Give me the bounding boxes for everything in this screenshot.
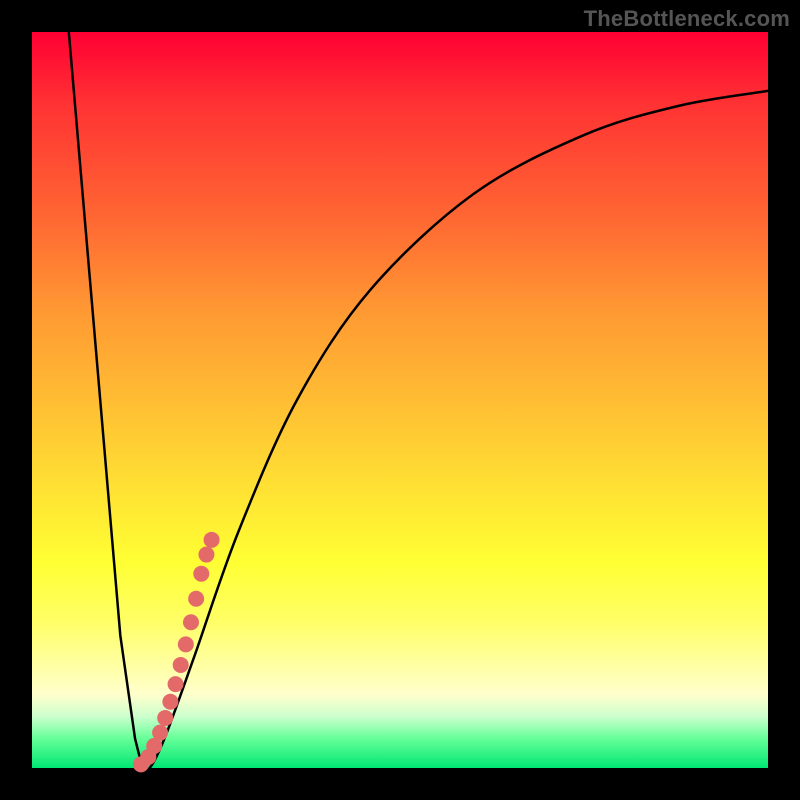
highlight-dot <box>204 532 220 548</box>
highlight-dot <box>198 547 214 563</box>
highlight-dot <box>178 636 194 652</box>
attribution-label: TheBottleneck.com <box>584 6 790 32</box>
highlight-dot <box>162 694 178 710</box>
chart-frame: TheBottleneck.com <box>0 0 800 800</box>
highlight-dot <box>152 725 168 741</box>
chart-svg <box>32 32 768 768</box>
highlight-dot <box>173 657 189 673</box>
highlight-dot <box>183 614 199 630</box>
highlight-dot <box>193 566 209 582</box>
highlight-dot <box>168 676 184 692</box>
highlight-dot <box>188 591 204 607</box>
dot-series <box>133 532 220 772</box>
bottleneck-curve <box>69 32 768 770</box>
highlight-dot <box>157 710 173 726</box>
plot-area <box>32 32 768 768</box>
